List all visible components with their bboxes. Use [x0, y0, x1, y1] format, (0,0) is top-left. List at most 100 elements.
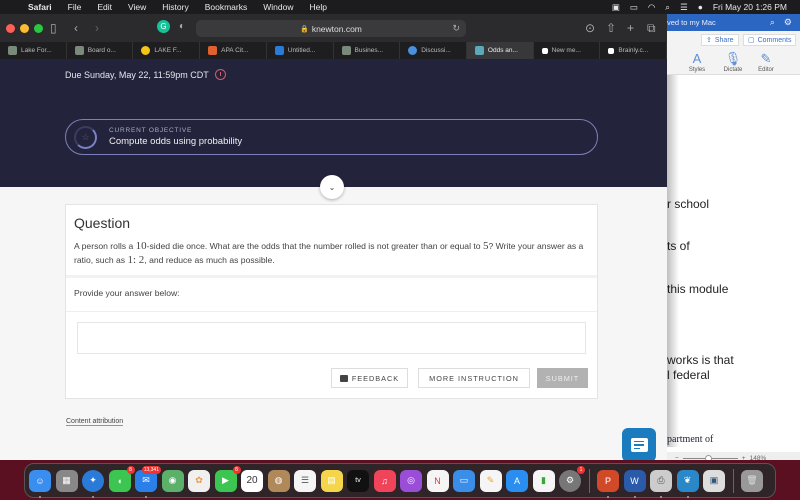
menu-bookmarks[interactable]: Bookmarks: [197, 2, 256, 12]
tab-lake-f[interactable]: LAKE F...: [133, 42, 201, 59]
share-icon[interactable]: ⇧: [606, 21, 616, 35]
answer-input[interactable]: [77, 322, 586, 354]
word-document[interactable]: r school ts of this module works is that…: [667, 75, 800, 447]
word-share-button[interactable]: ⇪ Share: [701, 34, 739, 46]
tab-favicon: [8, 46, 17, 55]
camera-status-icon[interactable]: ▣: [607, 2, 625, 13]
due-date: Due Sunday, May 22, 11:59pm CDT: [65, 69, 226, 80]
expand-chevron-down-icon[interactable]: ⌄: [320, 175, 344, 199]
dock-news[interactable]: N: [426, 469, 449, 492]
menu-app-name[interactable]: Safari: [20, 2, 60, 12]
sidebar-toggle-icon[interactable]: ▯: [50, 21, 57, 35]
zoom-slider-handle[interactable]: [704, 454, 712, 460]
dock-powerpoint[interactable]: P: [597, 469, 619, 498]
new-tab-icon[interactable]: +: [627, 21, 634, 35]
tab-business[interactable]: Busines...: [334, 42, 401, 59]
dock-facetime[interactable]: ▶ 8: [214, 465, 241, 492]
submit-button[interactable]: SUBMIT: [537, 368, 588, 388]
styles-button[interactable]: A Styles: [682, 51, 712, 73]
dock-maps[interactable]: ◉: [161, 469, 184, 492]
tab-favicon: [341, 46, 351, 55]
dock-system-preferences[interactable]: ⚙ 1: [559, 465, 585, 492]
dictate-button[interactable]: 🎙 Dictate: [718, 51, 748, 73]
editor-pen-icon: ✎: [760, 51, 772, 66]
zoom-slider[interactable]: [682, 454, 738, 460]
menu-help[interactable]: Help: [301, 2, 334, 12]
mail-badge: 13,341: [141, 465, 161, 474]
reload-icon[interactable]: ↻: [452, 23, 460, 34]
dock-trash[interactable]: 🗑: [741, 469, 763, 492]
tab-odds-active[interactable]: Odds an...: [466, 42, 534, 59]
chat-support-button[interactable]: [622, 428, 656, 460]
menu-window[interactable]: Window: [255, 2, 301, 12]
tab-untitled[interactable]: Untitled...: [267, 42, 334, 59]
tab-new-message[interactable]: New me...: [534, 42, 601, 59]
downloads-icon[interactable]: ⊙: [585, 21, 595, 35]
dock-pages[interactable]: ✎: [479, 469, 502, 492]
spotlight-search-icon[interactable]: ⌕: [660, 2, 675, 13]
word-search-icon[interactable]: ⌕: [770, 17, 775, 28]
tab-apa-citation[interactable]: APA Cit...: [200, 42, 267, 59]
editor-button[interactable]: ✎ Editor: [751, 51, 781, 73]
current-objective: ☆ CURRENT OBJECTIVE Compute odds using p…: [65, 119, 598, 155]
close-window-button[interactable]: [6, 23, 15, 33]
more-instruction-button[interactable]: MORE INSTRUCTION: [418, 368, 530, 388]
word-title: ved to my Mac: [667, 18, 716, 27]
content-attribution-link[interactable]: Content attribution: [66, 418, 124, 426]
tab-brainly[interactable]: Brainly.c...: [600, 42, 667, 59]
dock-finder[interactable]: ☺: [29, 469, 51, 498]
tab-board[interactable]: Board o...: [67, 42, 134, 59]
dock-mail[interactable]: ✉ 13,341: [135, 465, 161, 498]
tab-overview-icon[interactable]: ⧉: [647, 21, 656, 36]
siri-icon[interactable]: ●: [693, 2, 708, 12]
grammarly-extension-icon[interactable]: G: [157, 20, 170, 33]
dock-reminders[interactable]: ☰: [294, 469, 316, 492]
dock-safari[interactable]: ✦: [82, 469, 104, 498]
dock-word[interactable]: W: [623, 469, 646, 498]
dock-keynote[interactable]: ▭: [453, 469, 475, 492]
dock-music[interactable]: ♫: [373, 469, 396, 492]
back-icon[interactable]: ‹: [74, 21, 78, 35]
tab-favicon: [541, 47, 548, 54]
tab-lake-forest[interactable]: Lake For...: [0, 42, 67, 59]
dock-maple[interactable]: ❦: [676, 469, 699, 498]
dock-tv[interactable]: tv: [347, 469, 369, 492]
tab-discussion[interactable]: Discussi...: [400, 42, 467, 59]
dock-podcasts[interactable]: ◎: [400, 469, 422, 492]
word-ribbon: ⇪ Share ▢ Comments A Styles 🎙 Dictate ✎ Edito…: [667, 31, 800, 75]
zoom-window-button[interactable]: [34, 23, 43, 33]
menubar-clock[interactable]: Fri May 20 1:26 PM: [708, 2, 792, 12]
dock-numbers[interactable]: ▮: [532, 469, 555, 492]
menu-edit[interactable]: Edit: [89, 2, 120, 12]
wifi-icon[interactable]: ◠: [643, 2, 660, 13]
dock-launchpad[interactable]: ▦: [55, 469, 78, 492]
privacy-shield-icon[interactable]: ◐: [179, 21, 185, 32]
forward-icon[interactable]: ›: [95, 21, 99, 35]
running-indicator: [633, 495, 636, 498]
question-area: Question A person rolls a 10-sided die o…: [0, 187, 667, 460]
zoom-out-button[interactable]: −: [675, 455, 679, 461]
control-center-icon[interactable]: ☰: [675, 2, 693, 13]
dock-photos[interactable]: ✿: [188, 469, 210, 492]
dock-notes[interactable]: ▤: [320, 469, 343, 492]
share-icon: ⇪: [706, 37, 712, 44]
dock-printer[interactable]: ⎙: [650, 469, 672, 498]
word-comments-button[interactable]: ▢ Comments: [743, 34, 797, 46]
menu-view[interactable]: View: [120, 2, 154, 12]
dock-app-store[interactable]: A: [506, 469, 528, 492]
dock-contacts[interactable]: ◍: [267, 469, 290, 492]
minimize-window-button[interactable]: [20, 23, 29, 33]
dock-preview[interactable]: ▣: [703, 469, 725, 492]
battery-icon[interactable]: ▭: [625, 2, 643, 13]
menu-history[interactable]: History: [154, 2, 196, 12]
dock-messages[interactable]: ◖ 8: [108, 465, 135, 492]
menu-file[interactable]: File: [60, 2, 90, 12]
zoom-in-button[interactable]: +: [742, 455, 746, 461]
dock-calendar[interactable]: 20: [241, 469, 263, 492]
address-bar[interactable]: 🔒 knewton.com ↻: [196, 20, 466, 37]
running-indicator: [607, 495, 609, 498]
facetime-badge: 8: [232, 465, 241, 474]
system-preferences-badge: 1: [577, 465, 585, 474]
word-settings-icon[interactable]: ⚙: [784, 17, 792, 28]
feedback-button[interactable]: FEEDBACK: [331, 368, 408, 388]
